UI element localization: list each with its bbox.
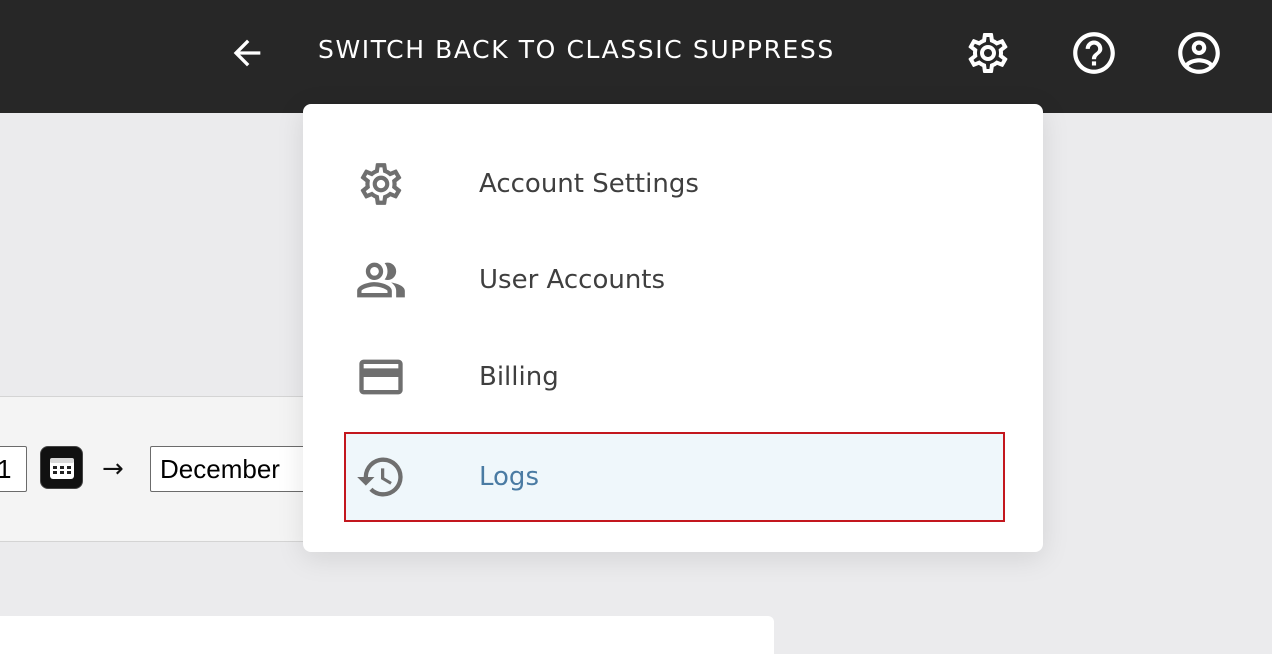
menu-item-user-accounts[interactable]: User Accounts xyxy=(345,236,1005,324)
account-button[interactable] xyxy=(1174,28,1224,78)
top-bar: SWITCH BACK TO CLASSIC SUPPRESS xyxy=(0,0,1272,113)
date-to-input[interactable]: December xyxy=(150,446,320,492)
menu-item-label: Billing xyxy=(479,362,559,392)
back-button[interactable] xyxy=(224,30,270,76)
account-circle-icon xyxy=(1178,32,1220,74)
switch-to-classic-link[interactable]: SWITCH BACK TO CLASSIC SUPPRESS xyxy=(318,33,835,67)
content-card xyxy=(0,616,774,654)
menu-item-logs[interactable]: Logs xyxy=(344,432,1005,522)
users-icon xyxy=(355,254,407,306)
date-range-separator: → xyxy=(102,454,124,484)
history-icon xyxy=(355,451,407,503)
help-button[interactable] xyxy=(1069,28,1119,78)
menu-item-label: Account Settings xyxy=(479,169,699,199)
menu-item-label: Logs xyxy=(479,462,539,492)
menu-item-label: User Accounts xyxy=(479,265,666,295)
menu-item-billing[interactable]: Billing xyxy=(345,333,1005,421)
credit-card-icon xyxy=(355,351,407,403)
gear-icon xyxy=(968,32,1008,73)
help-circle-icon xyxy=(1073,32,1115,74)
gear-icon xyxy=(355,158,407,210)
menu-item-account-settings[interactable]: Account Settings xyxy=(345,140,1005,228)
arrow-left-icon xyxy=(233,39,261,67)
settings-dropdown-menu: Account Settings User Accounts Billing L… xyxy=(303,104,1043,552)
settings-button[interactable] xyxy=(963,28,1013,78)
calendar-icon xyxy=(49,457,74,479)
date-from-input[interactable]: 1 xyxy=(0,446,27,492)
calendar-button[interactable] xyxy=(40,446,83,489)
